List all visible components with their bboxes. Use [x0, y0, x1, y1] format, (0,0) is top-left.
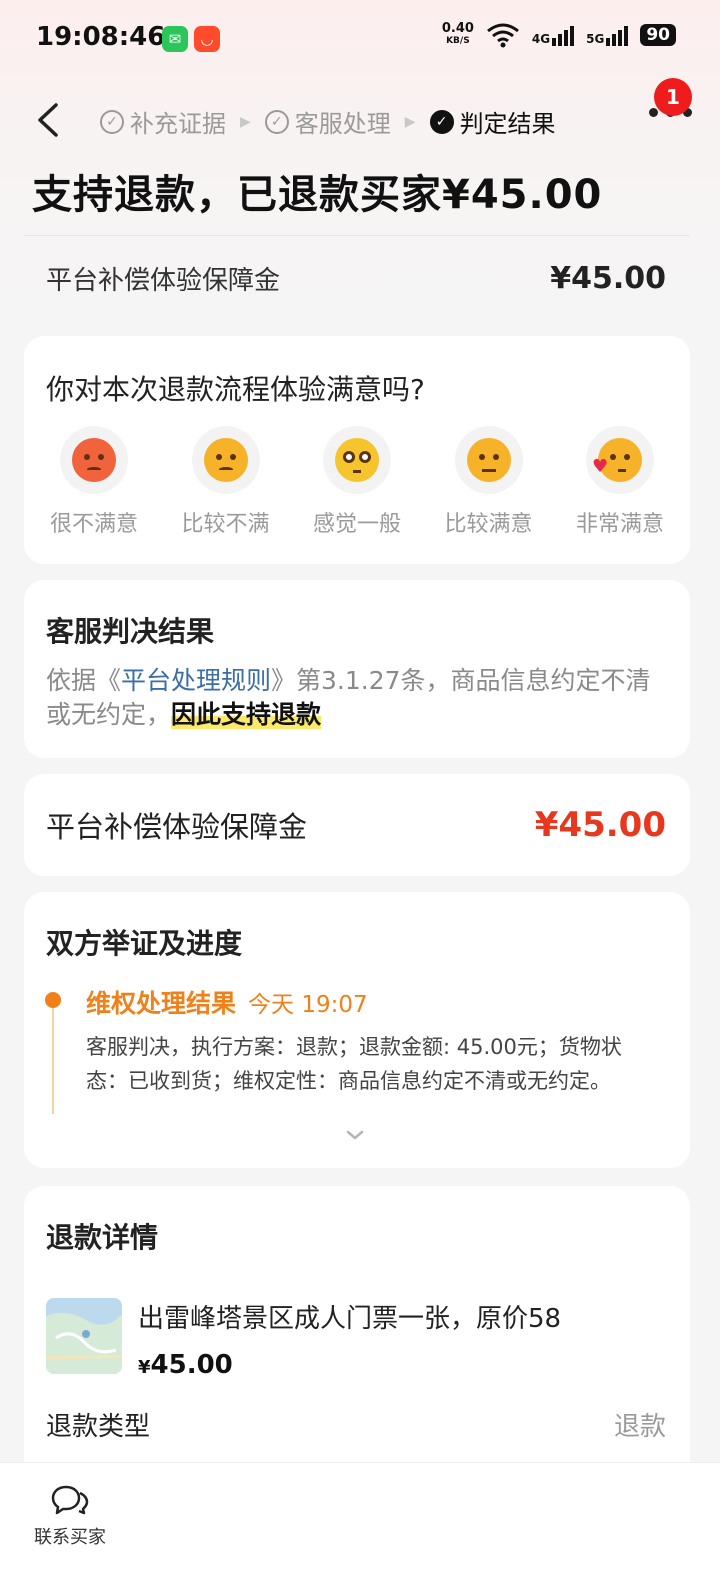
divider [24, 235, 690, 236]
progress-card: 双方举证及进度 维权处理结果 今天 19:07 客服判决，执行方案：退款；退款金… [24, 892, 690, 1168]
chevron-down-icon[interactable] [346, 1130, 364, 1140]
angry-face-icon [72, 438, 116, 482]
compensation-summary: 平台补偿体验保障金 ¥45.00 [46, 261, 666, 296]
compensation-label: 平台补偿体验保障金 [46, 810, 308, 844]
back-arrow-icon[interactable] [34, 102, 62, 138]
wifi-icon [486, 23, 519, 48]
step-arrow-icon: ▶ [240, 113, 251, 130]
progress-steps: ✓ 补充证据 ▶ ✓ 客服处理 ▶ ✓ 判定结果 [100, 104, 556, 139]
satisfaction-card: 你对本次退款流程体验满意吗? 很不满意 比较不满 感觉一般 比较满意 ♥ 非常满… [24, 336, 690, 564]
signal-4g-icon: 4G [532, 24, 575, 46]
refund-detail-card: 退款详情 出雷峰塔景区成人门票一张，原价58 ¥45.00 退款类型 退款 [24, 1186, 690, 1486]
contact-buyer-button[interactable]: 联系买家 [30, 1483, 110, 1549]
battery-icon: 90 [640, 24, 676, 46]
product-thumbnail[interactable] [46, 1298, 122, 1374]
verdict-text: 依据《平台处理规则》第3.1.27条，商品信息约定不清或无约定，因此支持退款 [46, 666, 651, 729]
progress-title: 双方举证及进度 [46, 927, 243, 960]
check-circle-icon: ✓ [429, 109, 454, 134]
page-title: 支持退款，已退款买家¥45.00 [32, 172, 603, 218]
status-bar: 19:08:46 ✉ ◡ 0.40 KB/S 4G 5G 90 [0, 0, 720, 80]
nav-bar: ✓ 补充证据 ▶ ✓ 客服处理 ▶ ✓ 判定结果 1 [0, 78, 720, 150]
verdict-card: 客服判决结果 依据《平台处理规则》第3.1.27条，商品信息约定不清或无约定，因… [24, 580, 690, 758]
bottom-action-bar: 联系买家 [0, 1462, 720, 1584]
satisfaction-options: 很不满意 比较不满 感觉一般 比较满意 ♥ 非常满意 [24, 426, 690, 538]
product-title[interactable]: 出雷峰塔景区成人门票一张，原价58 [138, 1298, 561, 1335]
refund-type-row: 退款类型 退款 [46, 1412, 666, 1442]
chat-bubble-icon [51, 1485, 89, 1515]
kissing-face-icon: ♥ [592, 438, 642, 482]
check-circle-icon: ✓ [264, 109, 289, 134]
thinking-face-icon [203, 438, 248, 482]
neutral-face-icon [335, 438, 379, 482]
verdict-title: 客服判决结果 [46, 615, 215, 648]
taobao-notification-icon: ◡ [194, 26, 220, 52]
rating-satisfied[interactable]: 比较满意 [439, 426, 539, 538]
step-judgment-result: ✓ 判定结果 [429, 104, 556, 139]
notification-badge: 1 [654, 78, 692, 116]
refund-detail-title: 退款详情 [46, 1221, 159, 1254]
timeline-event-description: 客服判决，执行方案：退款；退款金额: 45.00元；货物状态：已收到货；维权定性… [86, 1035, 622, 1093]
step-customer-service: ✓ 客服处理 [264, 104, 391, 139]
rating-unsatisfied[interactable]: 比较不满 [176, 426, 276, 538]
status-time: 19:08:46 [36, 22, 166, 52]
wechat-notification-icon: ✉ [162, 26, 188, 52]
compensation-card: 平台补偿体验保障金 ¥45.00 [24, 774, 690, 876]
satisfaction-question: 你对本次退款流程体验满意吗? [46, 373, 425, 406]
timeline-line [52, 1002, 54, 1114]
map-thumbnail-icon [46, 1298, 122, 1374]
check-circle-icon: ✓ [100, 109, 124, 134]
platform-rules-link[interactable]: 平台处理规则 [121, 666, 271, 695]
rating-very-satisfied[interactable]: ♥ 非常满意 [570, 426, 670, 538]
signal-5g-icon: 5G [586, 24, 629, 46]
compensation-amount: ¥45.00 [534, 805, 666, 845]
status-indicators: 0.40 KB/S 4G 5G 90 [442, 22, 676, 48]
product-price: ¥45.00 [138, 1350, 233, 1380]
rating-neutral[interactable]: 感觉一般 [307, 426, 407, 538]
network-speed: 0.40 KB/S [441, 21, 474, 46]
smiling-face-icon [466, 438, 511, 482]
step-supplement-evidence: ✓ 补充证据 [100, 104, 226, 139]
step-arrow-icon: ▶ [404, 113, 416, 130]
timeline-dot [45, 992, 61, 1008]
verdict-highlight: 因此支持退款 [171, 700, 322, 729]
rating-very-unsatisfied[interactable]: 很不满意 [44, 426, 144, 538]
timeline-event-header: 维权处理结果 今天 19:07 [86, 989, 368, 1018]
